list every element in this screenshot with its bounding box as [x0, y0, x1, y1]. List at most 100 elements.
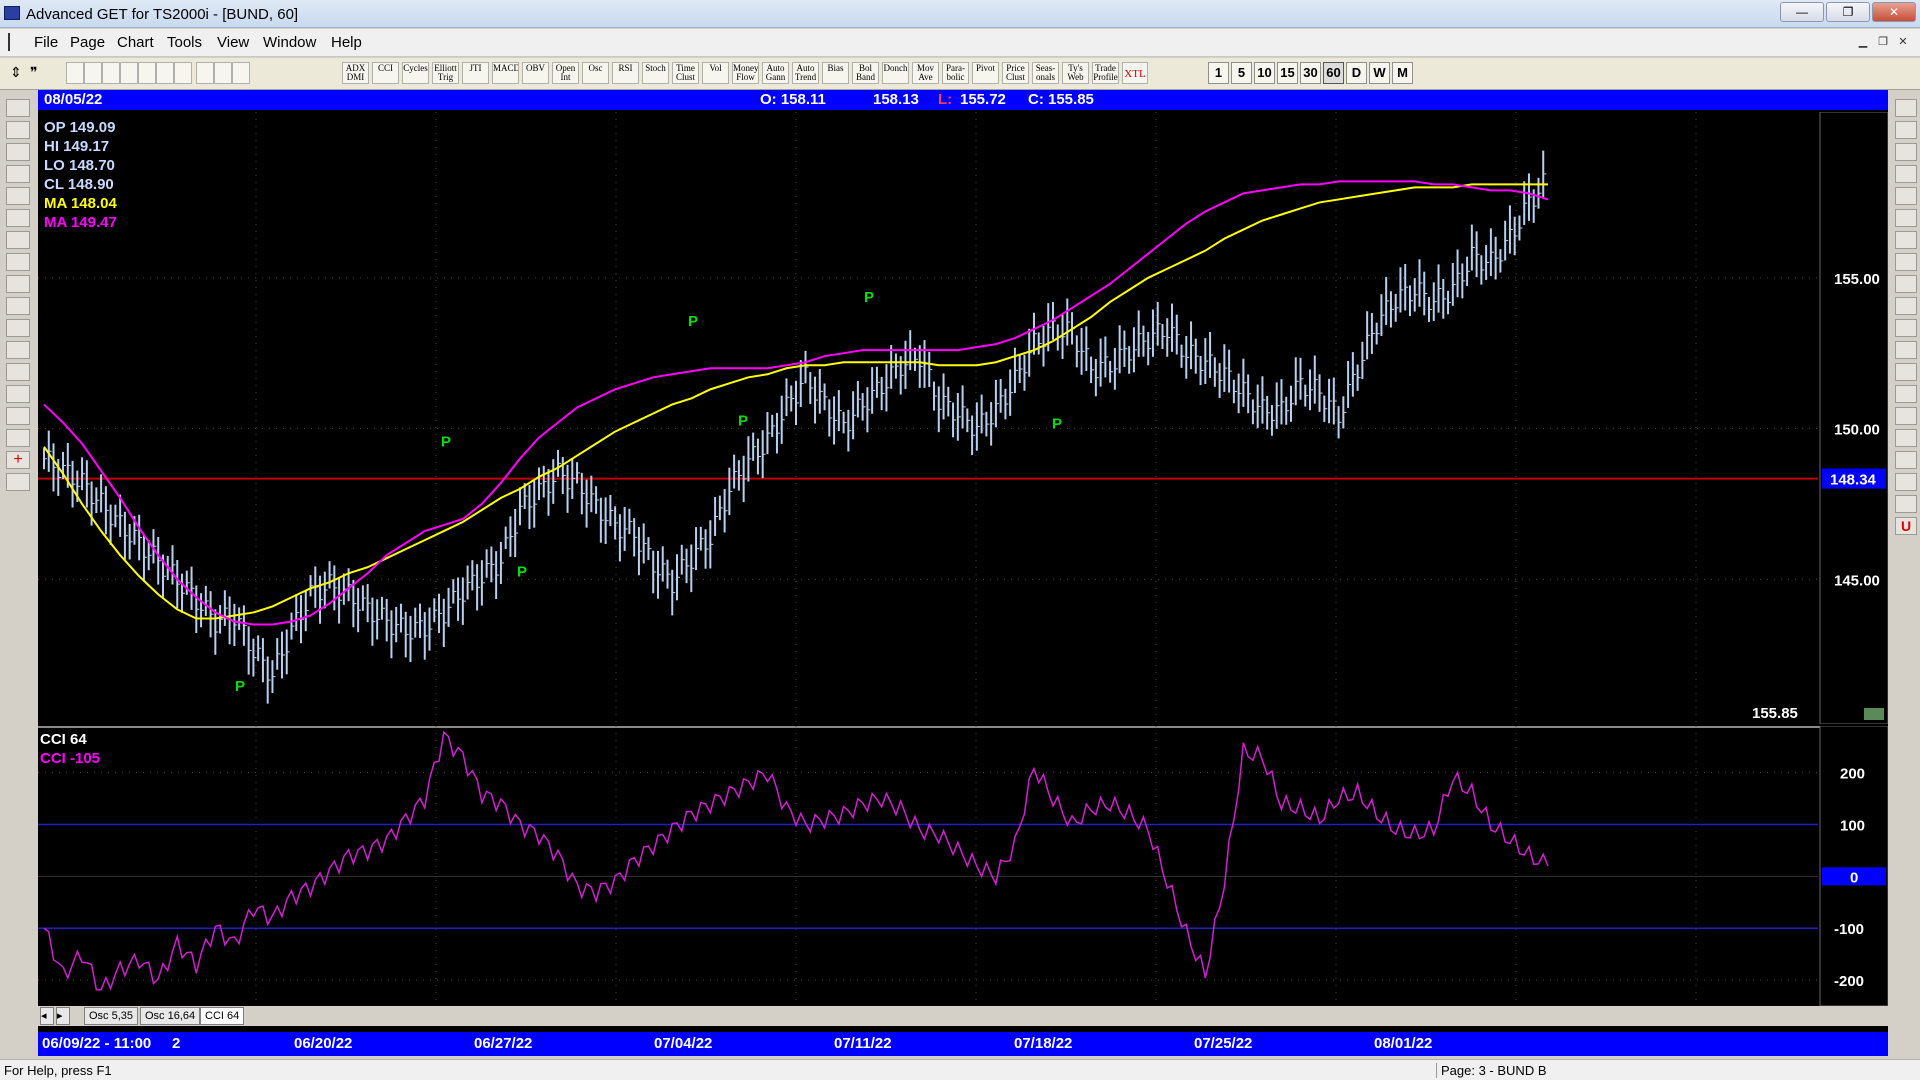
magnet-icon[interactable]: U	[1895, 517, 1917, 535]
pencil-icon[interactable]	[1895, 121, 1917, 139]
pti-icon[interactable]	[1895, 341, 1917, 359]
tab-cci-64[interactable]: CCI 64	[200, 1007, 245, 1025]
fib2-icon[interactable]	[6, 429, 30, 447]
tab-scroll-right[interactable]: ▸	[56, 1007, 70, 1025]
study-button-bol-band[interactable]: Bol Band	[852, 62, 879, 84]
arrow-down-icon[interactable]	[6, 231, 30, 249]
timeframe-button-m[interactable]: M	[1392, 62, 1413, 84]
study-button-money-flow[interactable]: Money Flow	[732, 62, 759, 84]
fib-ret-icon[interactable]	[1895, 165, 1917, 183]
study-button-mov-ave[interactable]: Mov Ave	[912, 62, 939, 84]
timeframe-button-30[interactable]: 30	[1300, 62, 1321, 84]
line-icon[interactable]	[1895, 143, 1917, 161]
paste-icon[interactable]	[138, 62, 156, 84]
study-button-xtl[interactable]: XTL	[1122, 62, 1148, 84]
timeframe-button-15[interactable]: 15	[1277, 62, 1298, 84]
study-button-vol[interactable]: Vol	[702, 62, 729, 84]
tab-scroll-left[interactable]: ◂	[40, 1007, 54, 1025]
study-button-auto-trend[interactable]: Auto Trend	[792, 62, 819, 84]
study-button-pivot[interactable]: Pivot	[972, 62, 999, 84]
scale-icon[interactable]	[1895, 473, 1917, 491]
gann-icon[interactable]	[6, 407, 30, 425]
tab-osc-16-64[interactable]: Osc 16,64	[140, 1007, 201, 1025]
study-button-seas-onals[interactable]: Seas- onals	[1032, 62, 1059, 84]
save-icon[interactable]	[102, 62, 120, 84]
lines-icon[interactable]	[6, 385, 30, 403]
timeframe-button-1[interactable]: 1	[1208, 62, 1229, 84]
ellipse-icon[interactable]	[1895, 297, 1917, 315]
study-button-obv[interactable]: OBV	[522, 62, 549, 84]
target-icon[interactable]	[1895, 231, 1917, 249]
fib-ext-icon[interactable]	[1895, 187, 1917, 205]
print-icon[interactable]	[196, 62, 214, 84]
chart-corner-icon[interactable]	[1864, 708, 1884, 720]
context-help-icon[interactable]	[232, 62, 250, 84]
mdi-minimize-button[interactable]: ▁	[1852, 34, 1874, 52]
arrow-left-icon[interactable]	[6, 253, 30, 271]
zoom-icon[interactable]	[1895, 429, 1917, 447]
grid-icon[interactable]	[6, 363, 30, 381]
study-button-cci[interactable]: CCI	[372, 62, 399, 84]
clipboard-icon[interactable]	[6, 473, 30, 491]
cursor-tools[interactable]: ⇕ ❞	[6, 64, 52, 84]
grid-icon[interactable]	[174, 62, 192, 84]
timeframe-button-10[interactable]: 10	[1254, 62, 1275, 84]
study-button-bias[interactable]: Bias	[822, 62, 849, 84]
fib-time-icon[interactable]	[1895, 209, 1917, 227]
study-icon[interactable]	[6, 165, 30, 183]
crosshair-icon[interactable]: +	[6, 451, 30, 469]
channel-icon[interactable]	[6, 319, 30, 337]
elliott-icon[interactable]	[6, 187, 30, 205]
study-button-rsi[interactable]: RSI	[612, 62, 639, 84]
menu-window[interactable]: Window	[263, 34, 316, 51]
text-icon[interactable]	[1895, 407, 1917, 425]
new-icon[interactable]	[66, 62, 84, 84]
box-icon[interactable]	[1895, 275, 1917, 293]
open-icon[interactable]	[84, 62, 102, 84]
study-button-donch[interactable]: Donch	[882, 62, 909, 84]
study-button-adx-dmi[interactable]: ADX DMI	[342, 62, 369, 84]
mdi-close-button[interactable]: ✕	[1892, 34, 1914, 52]
grid-icon[interactable]	[1895, 363, 1917, 381]
pattern-icon[interactable]	[1895, 319, 1917, 337]
timeframe-button-w[interactable]: W	[1369, 62, 1390, 84]
study-button-stoch[interactable]: Stoch	[642, 62, 669, 84]
wave-icon[interactable]	[6, 121, 30, 139]
price-chart[interactable]: P P P P P P P 155.00 150.00 145.00 148.34 OP 149.…	[38, 112, 1888, 724]
menu-tools[interactable]: Tools	[167, 34, 202, 51]
study-button-open-int[interactable]: Open Int	[552, 62, 579, 84]
study-button-para-bolic[interactable]: Para- bolic	[942, 62, 969, 84]
study-button-auto-gann[interactable]: Auto Gann	[762, 62, 789, 84]
mdi-restore-button[interactable]: ❐	[1872, 34, 1894, 52]
study-button-elliott-trig[interactable]: Elliott Trig	[432, 62, 459, 84]
fan-icon[interactable]	[1895, 253, 1917, 271]
cci-chart[interactable]: 200 100 0 -100 -200 CCI 64 CCI -105	[38, 726, 1888, 1006]
study-button-macd[interactable]: MACD	[492, 62, 519, 84]
tab-osc-5-35[interactable]: Osc 5,35	[84, 1007, 139, 1025]
pointer-icon[interactable]	[1895, 451, 1917, 469]
study-button-trade-profile[interactable]: Trade Profile	[1092, 62, 1119, 84]
minimize-button[interactable]: —	[1780, 2, 1824, 22]
arrow-right-icon[interactable]	[6, 275, 30, 293]
study-button-jti[interactable]: JTI	[462, 62, 489, 84]
fib-icon[interactable]	[6, 297, 30, 315]
study-button-osc[interactable]: Osc	[582, 62, 609, 84]
timeframe-button-5[interactable]: 5	[1231, 62, 1252, 84]
menu-chart[interactable]: Chart	[117, 34, 154, 51]
menu-page[interactable]: Page	[70, 34, 105, 51]
study-button-cycles[interactable]: Cycles	[402, 62, 429, 84]
menu-help[interactable]: Help	[331, 34, 362, 51]
cross-icon[interactable]	[1895, 99, 1917, 117]
close-button[interactable]: ✕	[1872, 2, 1916, 22]
mob-icon[interactable]	[1895, 385, 1917, 403]
copy-icon[interactable]	[120, 62, 138, 84]
zoom-icon[interactable]	[6, 341, 30, 359]
maximize-button[interactable]: ❐	[1826, 2, 1870, 22]
reset-icon[interactable]	[6, 143, 30, 161]
notes-icon[interactable]	[1895, 495, 1917, 513]
study-button-price-clust[interactable]: Price Clust	[1002, 62, 1029, 84]
study-button-ty-s-web[interactable]: Ty's Web	[1062, 62, 1089, 84]
study-button-time-clust[interactable]: Time Clust	[672, 62, 699, 84]
menu-file[interactable]: File	[34, 34, 58, 51]
help-icon[interactable]	[214, 62, 232, 84]
